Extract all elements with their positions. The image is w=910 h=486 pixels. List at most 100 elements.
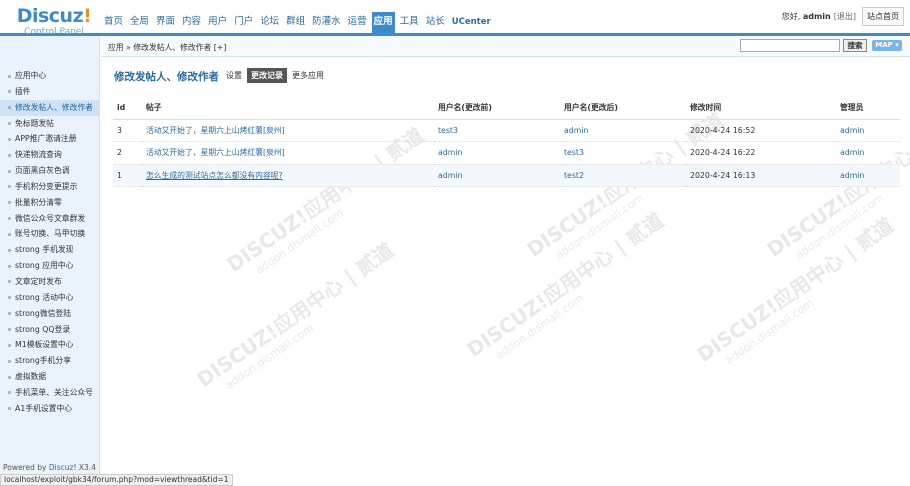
admin-link[interactable]: admin <box>836 119 900 142</box>
sidebar-item[interactable]: 批量积分清零 <box>0 195 100 211</box>
sidebar-item[interactable]: 修改发帖人、修改作者 <box>0 99 100 116</box>
nav-ucenter[interactable]: UCenter <box>450 12 493 33</box>
page-title: 修改发帖人、修改作者 <box>114 71 219 83</box>
bullet-icon <box>8 375 11 379</box>
sidebar-item[interactable]: 虚拟数据 <box>0 369 100 385</box>
sidebar-item[interactable]: 账号切换、马甲切换 <box>0 226 100 242</box>
sidebar-item[interactable]: strong微信登陆 <box>0 306 100 322</box>
bullet-icon <box>8 137 11 141</box>
bullet-icon <box>8 74 11 78</box>
logout-link[interactable]: [退出] <box>834 11 856 22</box>
tab-more-apps[interactable]: 更多应用 <box>288 68 328 83</box>
sidebar-item[interactable]: APP推广邀请注册 <box>0 131 100 147</box>
user-after-link[interactable]: admin <box>560 119 686 142</box>
user-after-link[interactable]: test3 <box>560 141 686 165</box>
nav-interface[interactable]: 界面 <box>154 12 177 33</box>
watermark-line2: addon.dismall.com <box>223 321 316 392</box>
table-row: 3 活动又开始了，星期六上山烤红薯[泉州] test3 admin 2020-4… <box>113 119 900 142</box>
sidebar-item[interactable]: 微信公众号文章群发 <box>0 211 100 227</box>
nav-tools[interactable]: 工具 <box>398 12 421 33</box>
sidebar-item-label: APP推广邀请注册 <box>15 134 77 144</box>
user-after-link[interactable]: test2 <box>560 164 686 187</box>
admin-link[interactable]: admin <box>836 164 900 187</box>
bullet-icon <box>8 90 11 94</box>
sidebar-item[interactable]: 文章定时发布 <box>0 274 100 290</box>
nav-home[interactable]: 首页 <box>102 12 125 33</box>
sidebar-item[interactable]: strong 手机发现 <box>0 242 100 258</box>
sidebar-item[interactable]: strong QQ登录 <box>0 322 100 338</box>
bullet-icon <box>8 328 11 331</box>
sidebar-item-label: strong QQ登录 <box>15 324 71 334</box>
bullet-icon <box>8 248 11 252</box>
column-header-after: 用户名(更改后) <box>560 96 686 120</box>
sidebar-item-label: A1手机设置中心 <box>15 403 73 413</box>
nav-antispam[interactable]: 防灌水 <box>310 12 343 33</box>
user-before-link[interactable]: admin <box>434 141 560 165</box>
sidebar-item-label: 手机积分变更提示 <box>15 181 78 191</box>
discuz-logo[interactable]: Discuz! Control Panel <box>14 5 94 38</box>
sidebar-item-label: strong手机分享 <box>15 356 72 366</box>
sidebar-item[interactable]: 手机菜单、关注公众号 <box>0 385 100 401</box>
bullet-icon <box>8 343 11 347</box>
sidebar-item[interactable]: strong 应用中心 <box>0 258 100 274</box>
table-header-row: id 帖子 用户名(更改前) 用户名(更改后) 修改时间 管理员 <box>113 96 900 120</box>
sidebar-item[interactable]: strong 活动中心 <box>0 290 100 306</box>
nav-apps[interactable]: 应用 <box>371 12 395 33</box>
sidebar-item-label: 免标题发帖 <box>15 118 54 128</box>
sidebar-item-label: 虚拟数据 <box>15 372 47 382</box>
cell-time: 2020-4-24 16:13 <box>686 164 836 187</box>
sidebar-item-label: strong 应用中心 <box>15 261 74 271</box>
search-button[interactable]: 搜索 <box>843 39 867 52</box>
nav-content[interactable]: 内容 <box>180 12 203 33</box>
sidebar-item[interactable]: 快递物流查询 <box>0 147 100 163</box>
column-header-before: 用户名(更改前) <box>434 96 560 120</box>
powered-by: Powered by Discuz! X3.4 <box>3 463 96 472</box>
site-home-button[interactable]: 站点首页 <box>862 7 904 26</box>
sidebar-item[interactable]: M1模板设置中心 <box>0 337 100 353</box>
powered-brand[interactable]: Discuz! <box>49 463 77 472</box>
bullet-icon <box>8 122 11 126</box>
nav-operations[interactable]: 运营 <box>346 12 369 33</box>
map-button[interactable]: MAP ▾ <box>872 40 902 51</box>
sidebar-item[interactable]: 手机积分变更提示 <box>0 179 100 195</box>
user-before-link[interactable]: admin <box>434 164 560 187</box>
bullet-icon <box>8 264 11 268</box>
user-before-link[interactable]: test3 <box>434 119 560 142</box>
nav-portal[interactable]: 门户 <box>232 12 255 33</box>
cell-id: 1 <box>113 164 142 187</box>
cell-id: 3 <box>113 119 142 142</box>
nav-groups[interactable]: 群组 <box>284 12 307 33</box>
nav-forum[interactable]: 论坛 <box>258 12 281 33</box>
sidebar-item[interactable]: A1手机设置中心 <box>0 401 100 417</box>
browser-status-bar: localhost/exploit/gbk34/forum.php?mod=vi… <box>0 474 233 486</box>
sidebar-item[interactable]: 页面黑白灰色调 <box>0 163 100 179</box>
cell-time: 2020-4-24 16:22 <box>686 141 836 165</box>
sidebar-item[interactable]: strong手机分享 <box>0 353 100 369</box>
change-records-table: id 帖子 用户名(更改前) 用户名(更改后) 修改时间 管理员 3 活动又开始… <box>113 96 900 187</box>
tab-settings[interactable]: 设置 <box>222 68 246 83</box>
thread-link[interactable]: 怎么生成的测试站点怎么都没有内容呢? <box>142 164 434 187</box>
tab-change-log[interactable]: 更改记录 <box>247 68 287 83</box>
watermark-line1: DISCUZ!应用中心 | 贰道 <box>192 237 399 392</box>
sidebar-item[interactable]: 应用中心 <box>0 68 100 84</box>
sidebar-item-label: 批量积分清零 <box>15 197 62 207</box>
nav-users[interactable]: 用户 <box>206 12 229 33</box>
logo-bang: ! <box>83 5 92 27</box>
admin-link[interactable]: admin <box>836 141 900 165</box>
sidebar-item[interactable]: 插件 <box>0 84 100 100</box>
bullet-icon <box>8 185 11 189</box>
powered-version: X3.4 <box>78 463 96 472</box>
nav-webmaster[interactable]: 站长 <box>424 12 447 33</box>
thread-link[interactable]: 活动又开始了，星期六上山烤红薯[泉州] <box>142 141 434 165</box>
bullet-icon <box>8 407 11 411</box>
sidebar-item-label: 文章定时发布 <box>15 276 62 286</box>
column-header-time: 修改时间 <box>686 96 836 120</box>
sidebar-item[interactable]: 免标题发帖 <box>0 116 100 132</box>
thread-link[interactable]: 活动又开始了，星期六上山烤红薯[泉州] <box>142 119 434 142</box>
breadcrumb: 应用 » 修改发帖人、修改作者 [+] <box>108 43 227 52</box>
bullet-icon <box>8 280 11 284</box>
nav-global[interactable]: 全局 <box>128 12 151 33</box>
search-input[interactable] <box>740 39 840 52</box>
header: Discuz! Control Panel 首页 全局 界面 内容 用户 门户 … <box>0 0 910 38</box>
bullet-icon <box>8 201 11 205</box>
